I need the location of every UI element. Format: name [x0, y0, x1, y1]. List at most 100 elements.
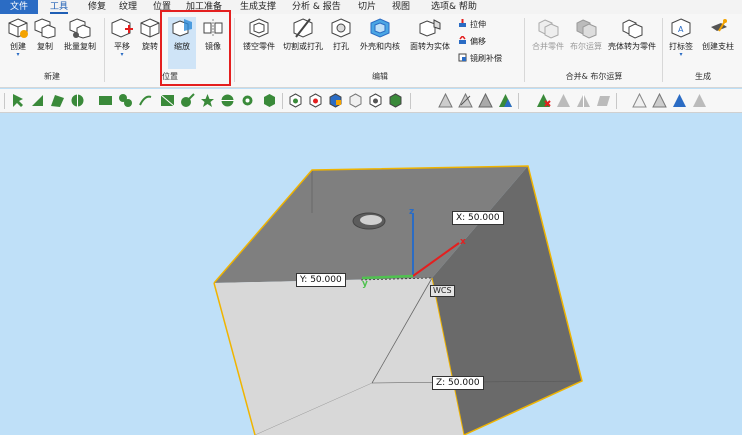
toolbar-grip	[4, 93, 5, 109]
extrude-icon	[459, 19, 466, 27]
mirror-compensate-button[interactable]: 镜刷补偿	[458, 53, 502, 65]
menu-view[interactable]: 视图	[392, 0, 410, 14]
toolbar-separator	[282, 93, 283, 109]
offset-icon	[459, 36, 466, 44]
punch-icon	[331, 18, 351, 38]
select-star-icon[interactable]	[200, 93, 215, 108]
select-surface-icon[interactable]	[50, 93, 65, 108]
3d-viewport[interactable]: z x y X: 50.000 Y: 50.000 Z: 50.000 WCS	[0, 113, 742, 435]
y-dimension-label[interactable]: Y: 50.000	[296, 273, 346, 287]
offset-button[interactable]: 偏移	[458, 36, 486, 48]
x-dimension-label[interactable]: X: 50.000	[452, 211, 504, 225]
chevron-down-icon: ▾	[16, 51, 20, 58]
punch-button[interactable]: 打孔	[329, 17, 353, 67]
parallelogram-icon[interactable]	[596, 93, 611, 108]
label-button[interactable]: A 打标签 ▾	[666, 17, 696, 67]
face-to-solid-button[interactable]: 面转为实体	[407, 17, 453, 67]
cube-model[interactable]	[0, 113, 742, 435]
label-icon: A	[671, 18, 691, 38]
group-label-new: 新建	[44, 72, 60, 81]
cut-or-punch-button[interactable]: 切割或打孔	[280, 17, 326, 67]
toolbar-separator	[518, 93, 519, 109]
triangle-grey-3-icon[interactable]	[692, 93, 707, 108]
select-sphere-icon[interactable]	[220, 93, 235, 108]
cube-left-face	[214, 278, 464, 435]
cube-color-icon[interactable]	[328, 93, 343, 108]
triangle-edit-icon[interactable]	[458, 93, 473, 108]
ribbon: 创建 ▾ 复制 批量复制 新建 平移 ▾ 旋转 缩放 镜像 位置 镂空零件 切割…	[0, 14, 742, 88]
select-pointer-icon[interactable]	[10, 93, 25, 108]
rotate-icon	[140, 18, 160, 38]
ribbon-separator	[234, 18, 235, 82]
triangle-select-icon[interactable]	[478, 93, 493, 108]
translate-button[interactable]: 平移 ▾	[109, 17, 135, 67]
merge-parts-icon	[538, 19, 559, 39]
shell-core-icon	[370, 18, 390, 38]
hollow-part-icon	[249, 18, 269, 38]
select-parts-icon[interactable]	[262, 93, 277, 108]
select-triangle-icon[interactable]	[30, 93, 45, 108]
wcs-label: WCS	[430, 285, 455, 297]
copy-cube-icon	[34, 18, 56, 39]
shell-and-core-button[interactable]: 外壳和内核	[357, 17, 403, 67]
group-label-generate: 生成	[695, 72, 711, 81]
chevron-down-icon: ▾	[120, 51, 124, 58]
menu-tools[interactable]: 工具	[50, 0, 69, 14]
select-lasso-icon[interactable]	[138, 93, 153, 108]
z-dimension-label[interactable]: Z: 50.000	[432, 376, 484, 390]
triangle-green-icon[interactable]	[498, 93, 513, 108]
cube-outline-icon[interactable]	[348, 93, 363, 108]
axis-y-label: y	[362, 279, 368, 289]
menu-repair[interactable]: 修复	[88, 0, 106, 14]
menu-texture[interactable]: 纹理	[119, 0, 137, 14]
shell-to-part-icon	[622, 19, 643, 39]
ribbon-separator	[104, 18, 105, 82]
cube-select-icon[interactable]	[288, 93, 303, 108]
toolbar-separator	[616, 93, 617, 109]
ribbon-separator	[662, 18, 663, 82]
cube-hole-icon[interactable]	[368, 93, 383, 108]
menu-options-help[interactable]: 选项& 帮助	[431, 0, 477, 14]
select-rect-icon[interactable]	[98, 93, 113, 108]
cube-green-icon[interactable]	[388, 93, 403, 108]
translate-icon	[111, 18, 133, 38]
triangle-grey-icon[interactable]	[556, 93, 571, 108]
menu-support[interactable]: 生成支撑	[240, 0, 276, 14]
menu-analysis[interactable]: 分析 & 报告	[292, 0, 341, 14]
create-pillar-icon	[711, 19, 727, 32]
boolean-op-button[interactable]: 布尔运算	[568, 17, 604, 67]
triangle-grey-2-icon[interactable]	[652, 93, 667, 108]
copy-button[interactable]: 复制	[32, 17, 58, 67]
select-plane-icon[interactable]	[160, 93, 175, 108]
batch-copy-button[interactable]: 批量复制	[60, 17, 100, 67]
merge-parts-button[interactable]: 合并零件	[530, 17, 566, 67]
triangle-outline-icon[interactable]	[632, 93, 647, 108]
svg-text:A: A	[678, 25, 684, 34]
select-brush-icon[interactable]	[180, 93, 195, 108]
cube-invert-icon[interactable]	[308, 93, 323, 108]
axis-x-label: x	[460, 237, 466, 247]
triangle-blue-icon[interactable]	[672, 93, 687, 108]
triangle-split-icon[interactable]	[576, 93, 591, 108]
boolean-op-icon	[576, 19, 597, 39]
batch-copy-icon	[69, 18, 91, 39]
shell-to-part-button[interactable]: 壳体转为零件	[606, 17, 658, 67]
hollow-part-button[interactable]: 镂空零件	[240, 17, 278, 67]
chevron-down-icon: ▾	[679, 51, 683, 58]
select-shell-icon[interactable]	[70, 93, 85, 108]
face-to-solid-icon	[419, 19, 441, 37]
create-button[interactable]: 创建 ▾	[4, 17, 32, 67]
triangle-tool-icon[interactable]	[438, 93, 453, 108]
extrude-button[interactable]: 拉伸	[458, 19, 486, 31]
highlight-box	[160, 10, 231, 86]
ribbon-separator	[524, 18, 525, 82]
select-paint-icon[interactable]	[118, 93, 133, 108]
select-gear-icon[interactable]	[240, 93, 255, 108]
menu-file[interactable]: 文件	[0, 0, 38, 14]
rotate-button[interactable]: 旋转	[138, 17, 162, 67]
group-label-boolean: 合并& 布尔运算	[565, 72, 623, 81]
delete-triangle-icon[interactable]	[536, 93, 551, 108]
create-pillar-button[interactable]: 创建支柱	[698, 17, 738, 67]
group-label-edit: 编辑	[372, 72, 388, 81]
menu-slice[interactable]: 切片	[358, 0, 376, 14]
